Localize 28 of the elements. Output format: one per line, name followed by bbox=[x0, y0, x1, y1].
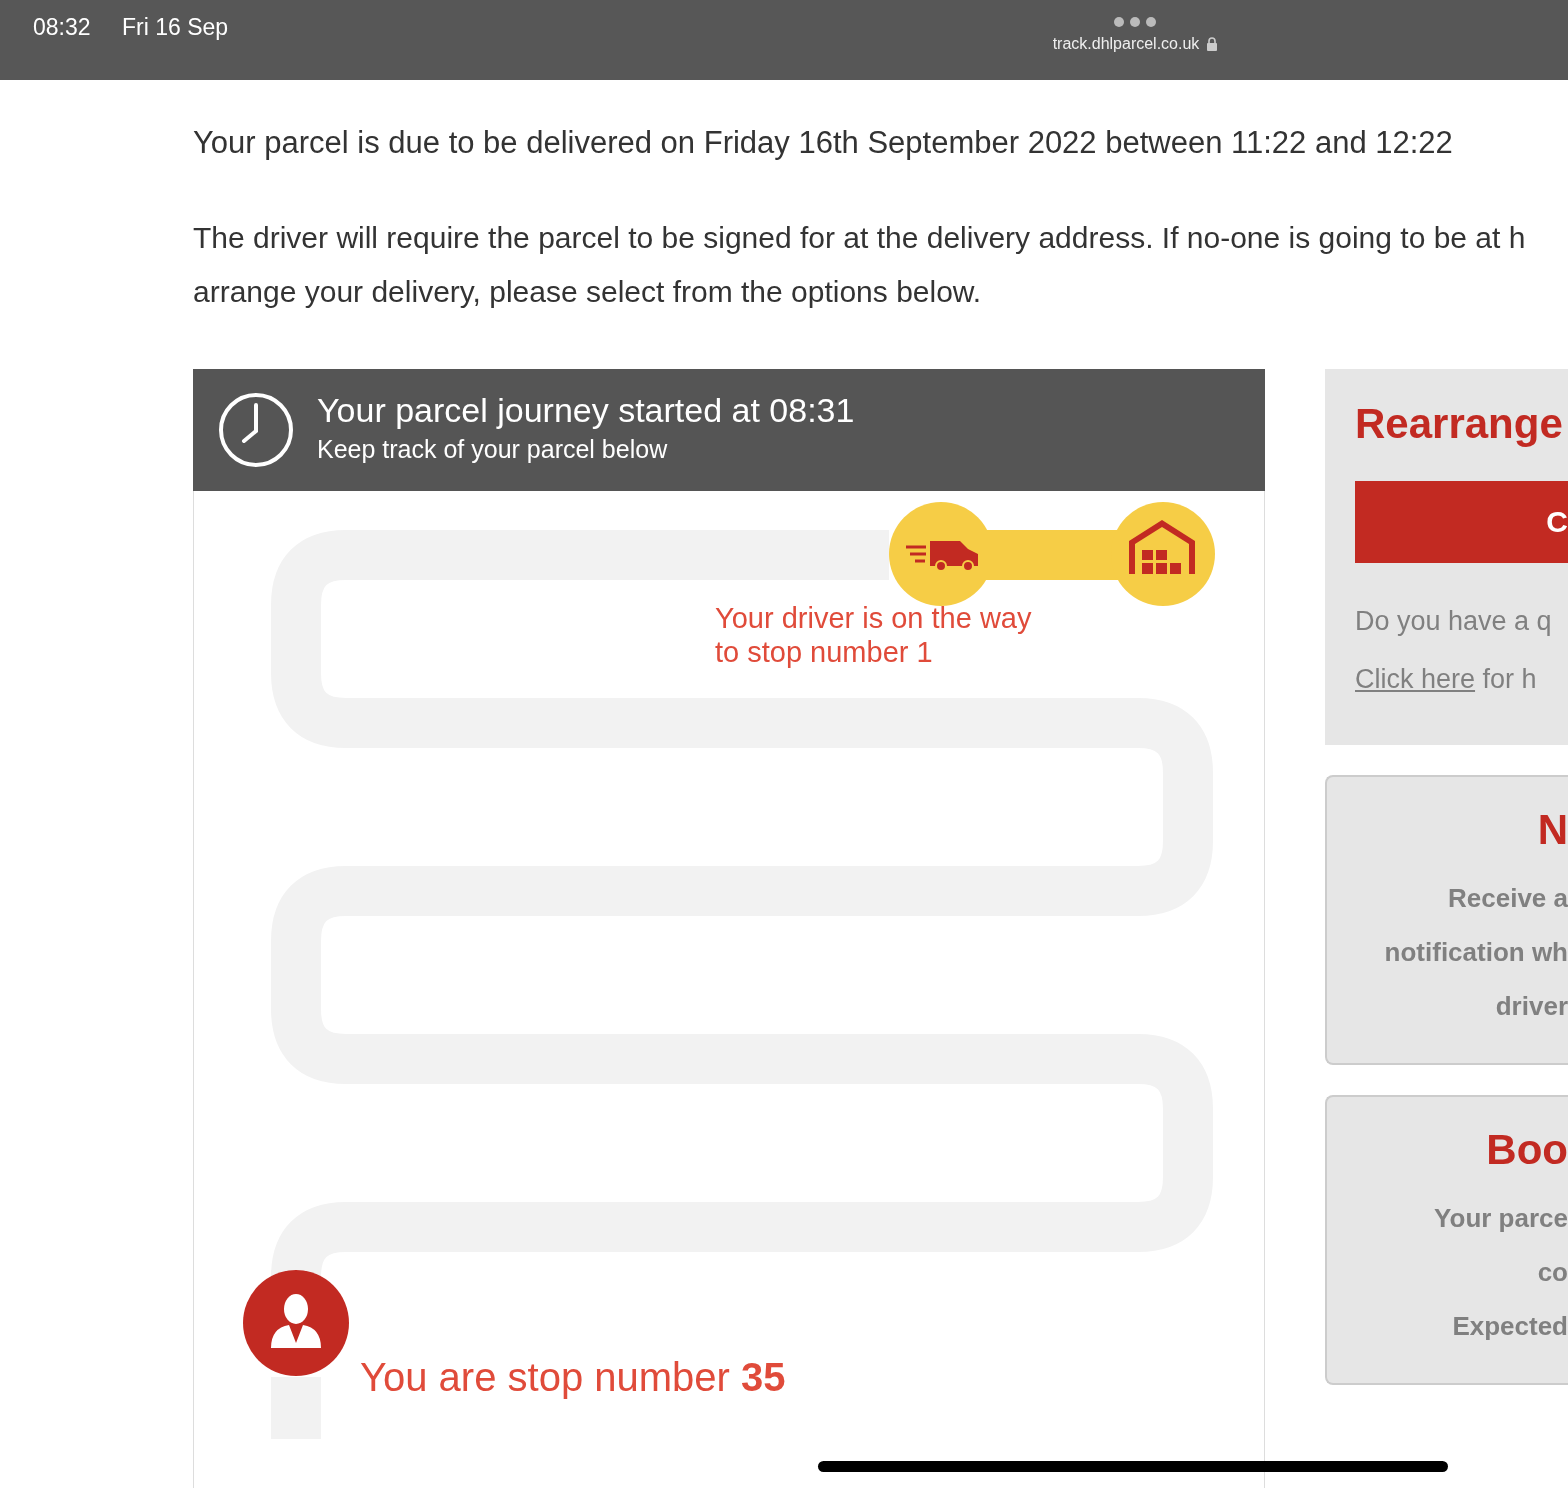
url-text[interactable]: track.dhlparcel.co.uk bbox=[1052, 32, 1200, 56]
panel-title: N bbox=[1536, 804, 1568, 855]
warehouse-icon bbox=[1129, 519, 1195, 574]
panel-title: Rearrange bbox=[1355, 398, 1564, 449]
panel-text: Expected bbox=[1451, 1310, 1568, 1344]
panel-text: Your parce bbox=[1433, 1202, 1568, 1236]
panel-text: co bbox=[1536, 1256, 1568, 1290]
date-label: Fri 16 Sep bbox=[122, 13, 229, 42]
clock-icon bbox=[217, 390, 295, 469]
panel-text: driver bbox=[1494, 989, 1568, 1023]
journey-subtitle: Keep track of your parcel below bbox=[317, 434, 669, 466]
person-icon bbox=[243, 1269, 349, 1376]
action-button[interactable]: C bbox=[1355, 480, 1568, 563]
journey-title: Your parcel journey started at 08:31 bbox=[317, 390, 855, 432]
help-link[interactable]: Click here bbox=[1355, 664, 1476, 695]
panel-text: notification wh bbox=[1383, 935, 1568, 969]
panel-title: Boo bbox=[1485, 1124, 1568, 1175]
more-icon[interactable] bbox=[1113, 16, 1157, 28]
question-text: Do you have a q bbox=[1355, 604, 1553, 638]
help-text: Click here for h bbox=[1355, 663, 1538, 697]
stop-number-text: You are stop number 35 bbox=[360, 1353, 786, 1401]
truck-icon bbox=[904, 540, 978, 572]
lock-icon bbox=[1207, 37, 1218, 51]
delivery-notice: Your parcel is due to be delivered on Friday 16th September 2022 between 11:22 and 12:22 bbox=[193, 124, 1454, 162]
signature-notice: The driver will require the parcel to be signed for at the delivery address. If no-one is going to be at h arrange your delivery, please select from the options below. bbox=[193, 219, 1527, 310]
panel-text: Receive a bbox=[1447, 881, 1568, 915]
driver-status: Your driver is on the way to stop number 1 bbox=[715, 600, 1032, 669]
clock-time: 08:32 bbox=[33, 13, 91, 42]
